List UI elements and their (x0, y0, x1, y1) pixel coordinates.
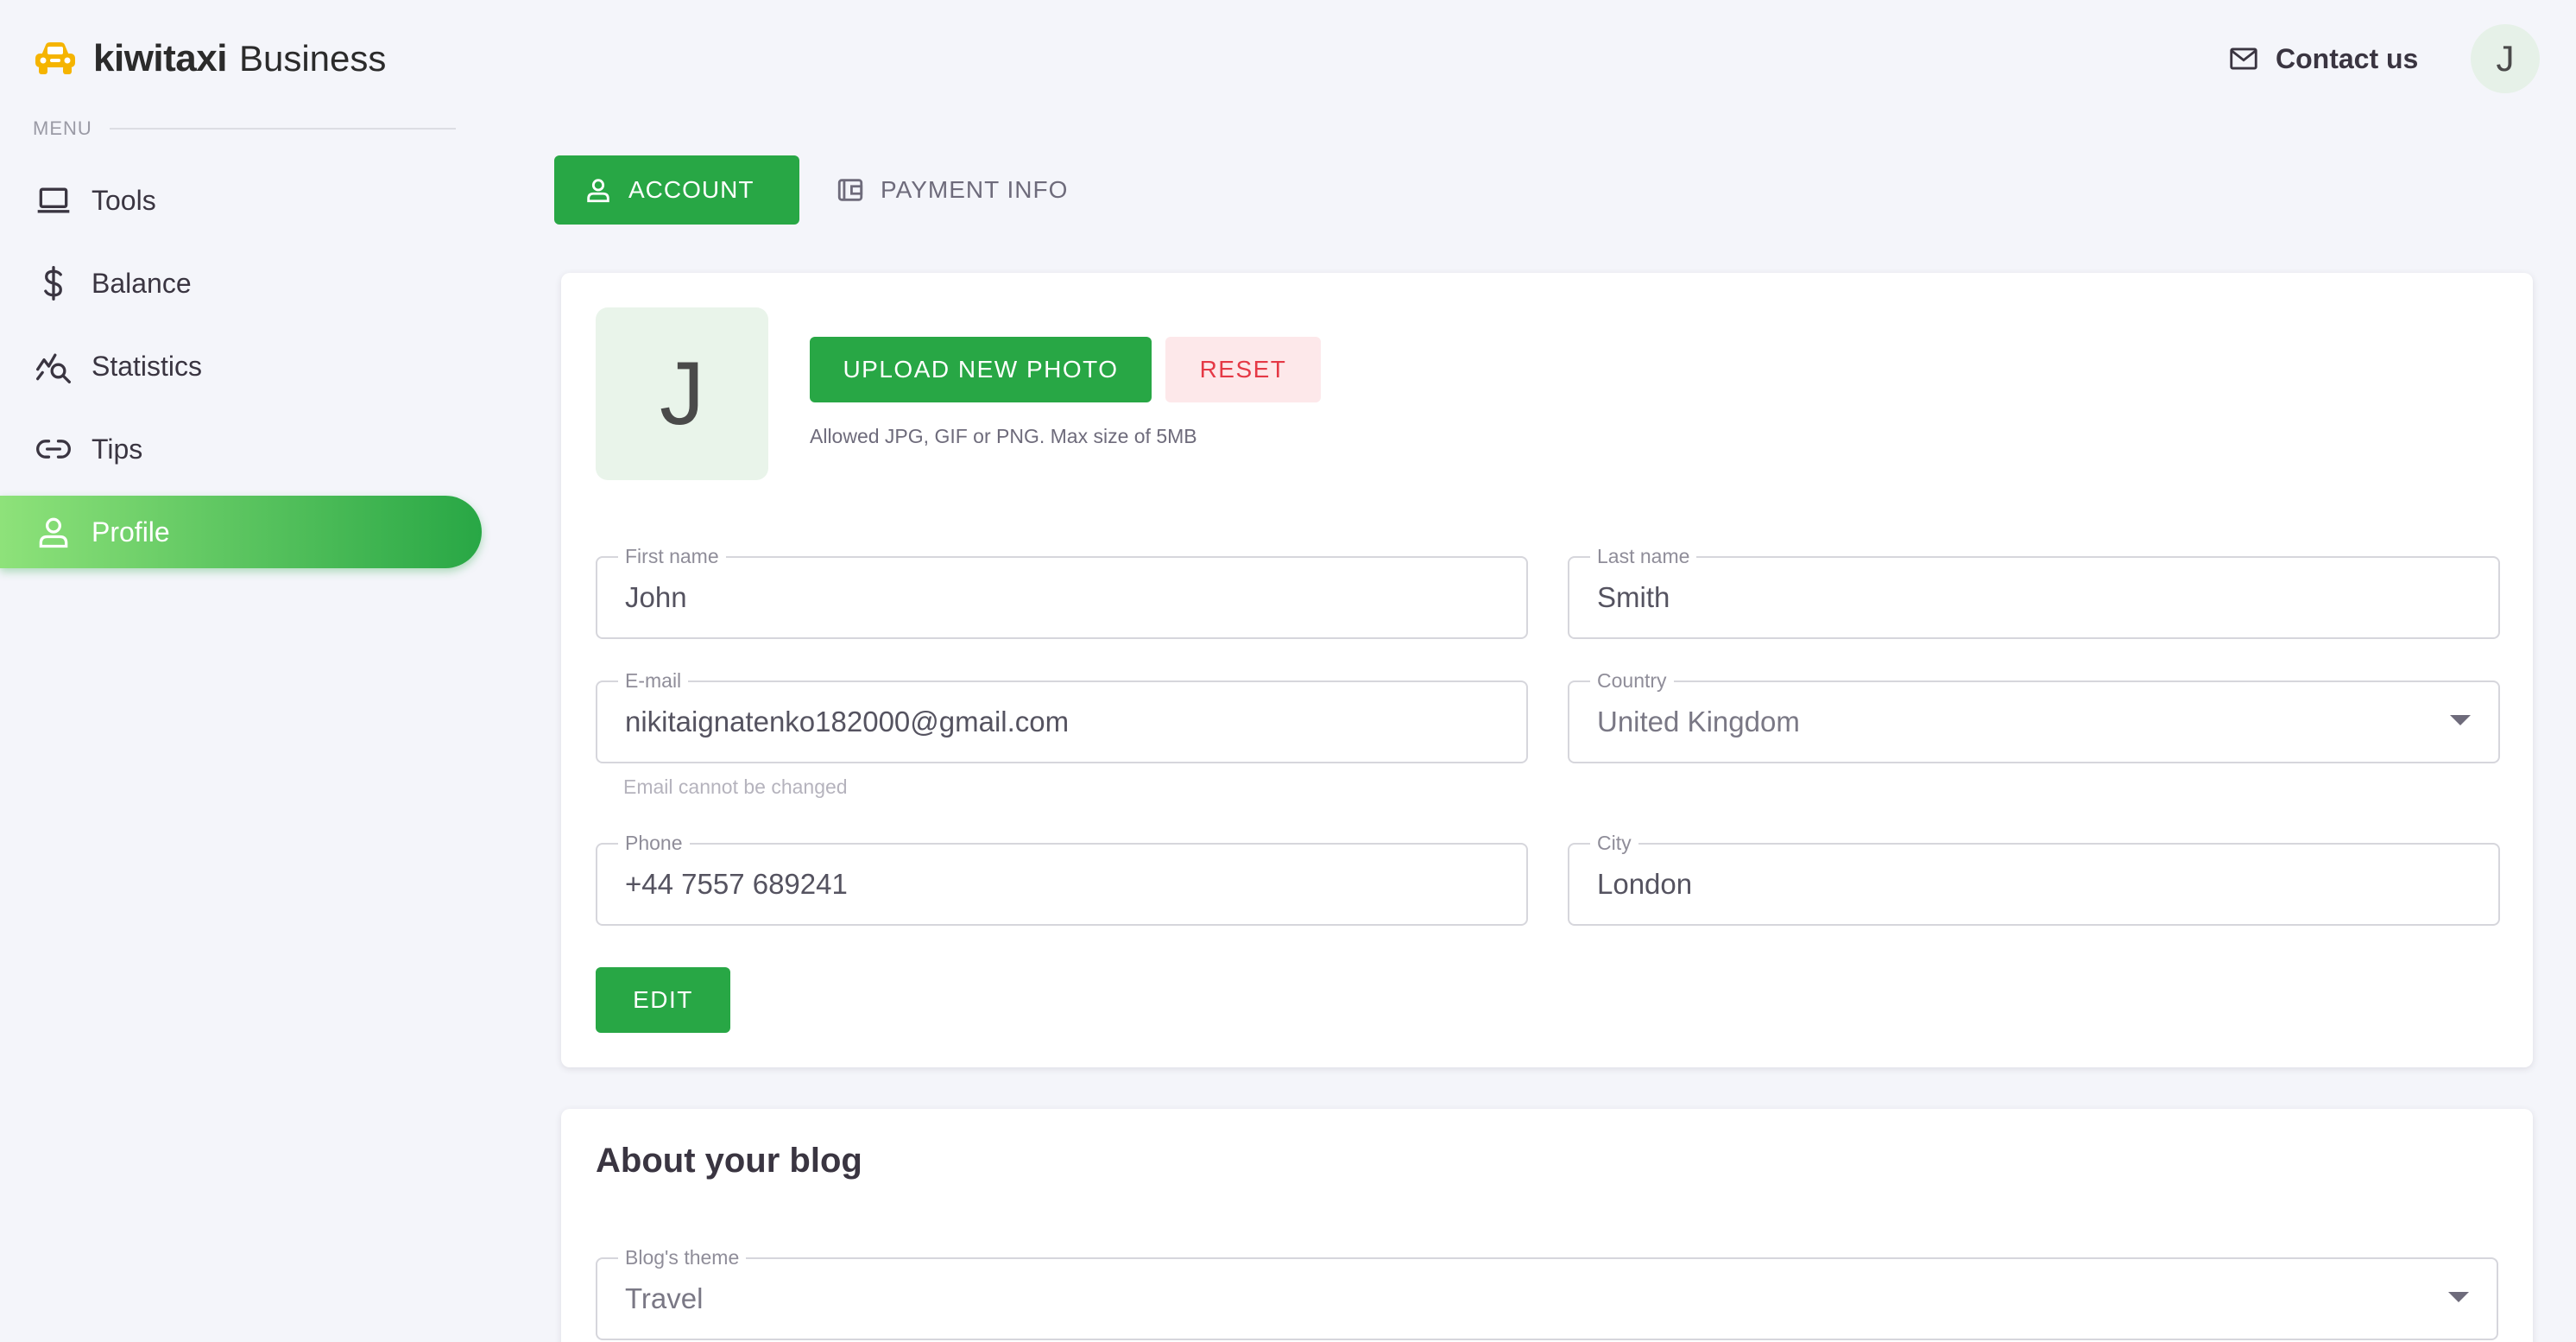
field-value: Travel (625, 1282, 704, 1314)
brand-logo[interactable]: kiwitaxi Business (33, 35, 386, 83)
menu-section-header: MENU (33, 117, 456, 140)
email-field-hint: Email cannot be changed (623, 775, 848, 798)
edit-button[interactable]: EDIT (596, 967, 730, 1033)
tab-label: PAYMENT INFO (881, 176, 1069, 203)
sidebar-item-label: Balance (92, 267, 192, 299)
mail-icon (2230, 47, 2257, 70)
link-icon (36, 440, 71, 459)
sidebar-item-statistics[interactable]: Statistics (0, 330, 482, 402)
field-value: United Kingdom (1597, 706, 1800, 737)
reset-photo-button[interactable]: RESET (1165, 337, 1321, 402)
sidebar-item-tools[interactable]: Tools (0, 164, 482, 237)
chevron-down-icon[interactable] (2448, 1292, 2469, 1302)
first-name-field[interactable]: First name John (596, 544, 1528, 639)
field-value: nikitaignatenko182000@gmail.com (625, 706, 1070, 737)
blog-theme-select[interactable]: Blog's theme Travel (596, 1245, 2498, 1340)
brand-name: kiwitaxi (93, 37, 227, 79)
field-value: London (1597, 868, 1693, 900)
field-value: +44 7557 689241 (625, 868, 848, 900)
user-icon (39, 517, 68, 548)
country-select[interactable]: Country United Kingdom (1568, 668, 2500, 763)
sidebar-item-balance[interactable]: Balance (0, 247, 482, 320)
chart-search-icon (36, 353, 71, 383)
profile-tabs: ACCOUNT PAYMENT INFO (554, 155, 1097, 225)
sidebar-item-profile[interactable]: Profile (0, 496, 482, 568)
chevron-down-icon[interactable] (2450, 715, 2471, 725)
blog-section-title: About your blog (596, 1142, 862, 1180)
brand-suffix: Business (238, 38, 387, 79)
menu-divider (109, 128, 456, 130)
field-value: Smith (1597, 581, 1670, 613)
sidebar-item-label: Profile (92, 516, 170, 548)
sidebar-item-label: Tips (92, 433, 143, 465)
menu-header-label: MENU (33, 117, 92, 139)
user-avatar[interactable]: J (2471, 24, 2540, 93)
sidebar-item-label: Statistics (92, 350, 203, 382)
city-field[interactable]: City London (1568, 831, 2500, 926)
contact-us-link[interactable]: Contact us (2227, 38, 2418, 79)
sidebar-item-tips[interactable]: Tips (0, 413, 482, 485)
phone-field[interactable]: Phone +44 7557 689241 (596, 831, 1528, 926)
tab-account[interactable]: ACCOUNT (554, 155, 799, 225)
laptop-icon (37, 187, 70, 213)
photo-upload-hint: Allowed JPG, GIF or PNG. Max size of 5MB (810, 425, 1197, 447)
user-icon (587, 179, 609, 203)
blog-card: About your blog Blog's theme Travel (561, 1109, 2533, 1342)
last-name-field[interactable]: Last name Smith (1568, 544, 2500, 639)
sidebar-nav: Tools Balance Statistics Tips Profile (0, 164, 483, 579)
field-value: John (625, 581, 687, 613)
sidebar-item-label: Tools (92, 184, 156, 216)
taxi-car-icon (35, 42, 75, 74)
upload-photo-button[interactable]: UPLOAD NEW PHOTO (810, 337, 1152, 402)
tab-payment-info[interactable]: PAYMENT INFO (806, 155, 1097, 225)
tab-label: ACCOUNT (628, 176, 754, 203)
email-field[interactable]: E-mail nikitaignatenko182000@gmail.com (596, 668, 1528, 763)
contact-us-label: Contact us (2276, 42, 2419, 74)
wallet-icon (837, 179, 863, 201)
dollar-icon (44, 266, 62, 301)
account-card: J UPLOAD NEW PHOTO RESET Allowed JPG, GI… (561, 273, 2533, 1067)
profile-photo-avatar: J (596, 307, 768, 480)
